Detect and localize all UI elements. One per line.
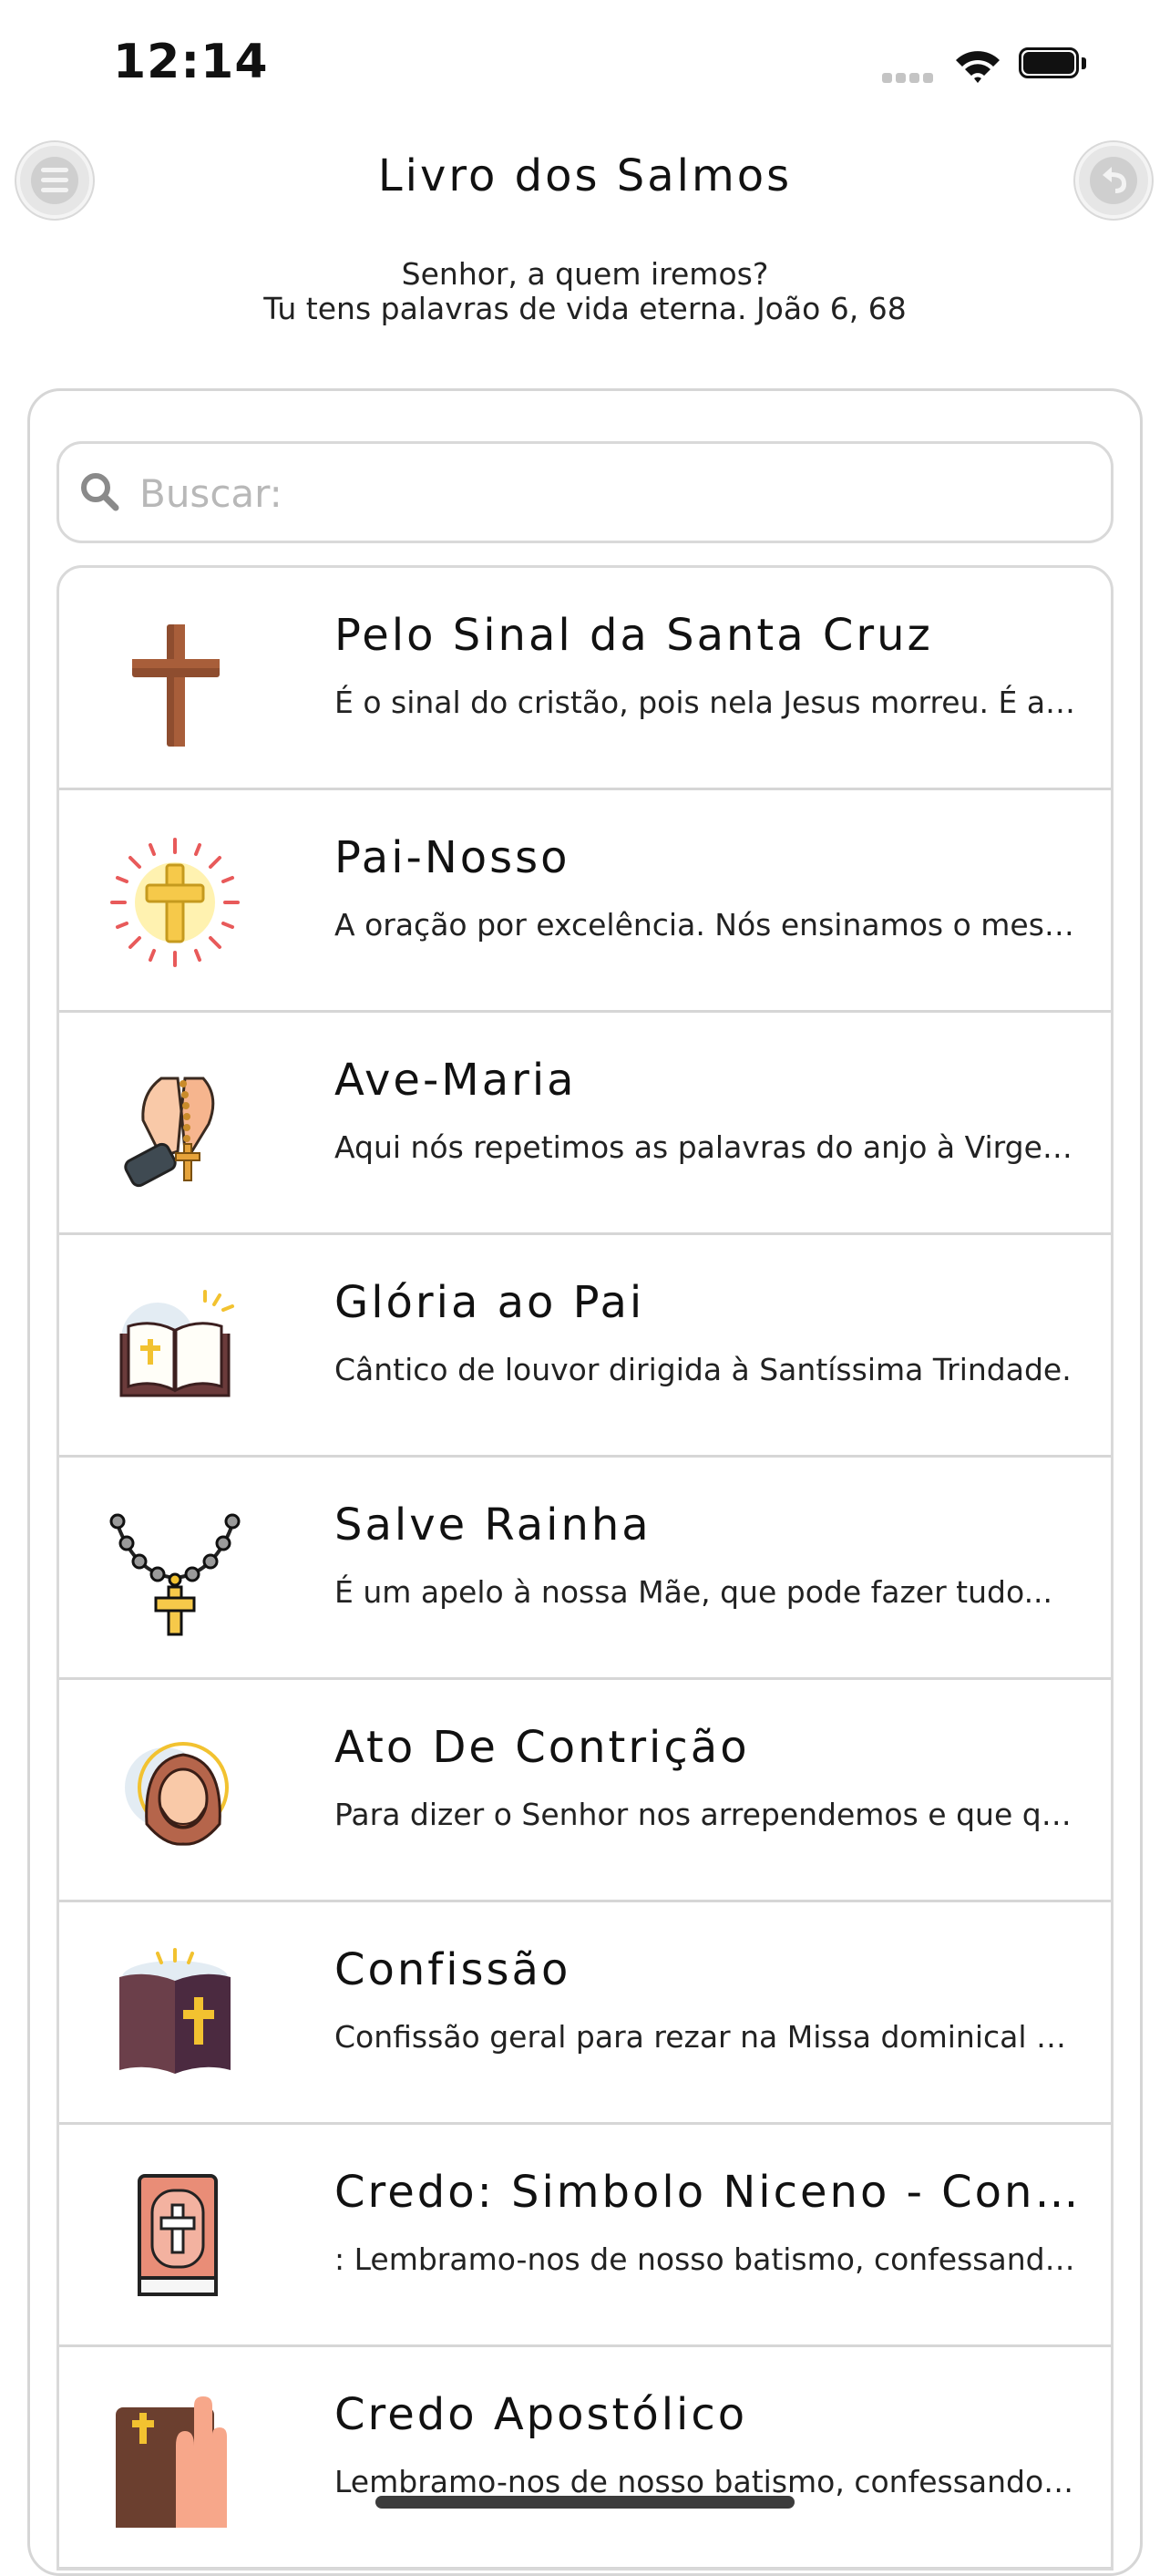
jesus-face-icon (125, 1742, 229, 1846)
hand-on-bible-icon (116, 2396, 227, 2528)
search-icon (81, 473, 119, 511)
list-item-title: Glória ao Pai (334, 1277, 645, 1328)
list-item-description: : Lembramo-nos de nosso batismo, confess… (334, 2241, 1082, 2277)
list-item-description: É o sinal do cristão, pois nela Jesus mo… (334, 685, 1082, 720)
list-item-description: Cântico de louvor dirigida à Santíssima … (334, 1352, 1072, 1387)
list-item[interactable]: Glória ao Pai Cântico de louvor dirigida… (59, 1235, 1111, 1458)
radiant-cross-icon (110, 838, 240, 967)
wifi-icon (952, 46, 1003, 88)
cellular-signal-icon (882, 69, 937, 87)
page-title: Livro dos Salmos (377, 150, 793, 201)
battery-icon (1019, 47, 1086, 80)
list-item-description: Aqui nós repetimos as palavras do anjo à… (334, 1129, 1082, 1165)
list-item-title: Credo: Simbolo Niceno - Constantinopolit… (334, 2167, 1082, 2218)
search-bar[interactable] (56, 441, 1114, 543)
list-item[interactable]: Ave-Maria Aqui nós repetimos as palavras… (59, 1013, 1111, 1235)
open-bible-icon (119, 1290, 234, 1397)
list-item-description: Para dizer o Senhor nos arrependemos e q… (334, 1797, 1082, 1832)
praying-hands-rosary-icon (124, 1077, 215, 1188)
list-item-description: A oração por excelência. Nós ensinamos o… (334, 907, 1082, 943)
list-item[interactable]: Pai-Nosso A oração por excelência. Nós e… (59, 790, 1111, 1013)
list-item-title: Confissão (334, 1944, 571, 1995)
list-item-description: É um apelo à nossa Mãe, que pode fazer t… (334, 1574, 1053, 1610)
list-item[interactable]: Ato De Contrição Para dizer o Senhor nos… (59, 1680, 1111, 1902)
list-item[interactable]: Salve Rainha É um apelo à nossa Mãe, que… (59, 1458, 1111, 1680)
list-item-description: Confissão geral para rezar na Missa domi… (334, 2019, 1082, 2055)
list-item-title: Ave-Maria (334, 1055, 577, 1106)
list-item-title: Salve Rainha (334, 1499, 652, 1551)
list-item[interactable]: Credo Apostólico Lembramo-nos de nosso b… (59, 2347, 1111, 2568)
status-time: 12:14 (113, 35, 269, 89)
list-item-title: Ato De Contrição (334, 1722, 750, 1773)
verse-line-2: Tu tens palavras de vida eterna. João 6,… (263, 291, 907, 326)
list-item-title: Pelo Sinal da Santa Cruz (334, 610, 933, 661)
verse-line-1: Senhor, a quem iremos? (401, 256, 769, 292)
list-item-title: Pai-Nosso (334, 832, 570, 883)
undo-arrow-icon (1103, 167, 1126, 193)
list-item[interactable]: Credo: Simbolo Niceno - Constantinopolit… (59, 2125, 1111, 2347)
list-item[interactable]: Pelo Sinal da Santa Cruz É o sinal do cr… (59, 568, 1111, 790)
prayer-list: Pelo Sinal da Santa Cruz É o sinal do cr… (56, 565, 1114, 2571)
search-input[interactable] (138, 460, 1089, 526)
status-bar: 12:14 (0, 0, 1170, 128)
list-item-title: Credo Apostólico (334, 2389, 748, 2440)
holy-book-icon (119, 1948, 231, 2074)
cross-icon (132, 624, 220, 747)
home-indicator[interactable] (375, 2496, 795, 2509)
list-item[interactable]: Confissão Confissão geral para rezar na … (59, 1902, 1111, 2125)
bible-cross-icon (138, 2174, 218, 2296)
list-item-description: Lembramo-nos de nosso batismo, confessan… (334, 2464, 1082, 2499)
back-button[interactable] (1075, 142, 1152, 219)
verse-subtitle: Senhor, a quem iremos? Tu tens palavras … (0, 257, 1170, 326)
rosary-icon (109, 1513, 241, 1636)
